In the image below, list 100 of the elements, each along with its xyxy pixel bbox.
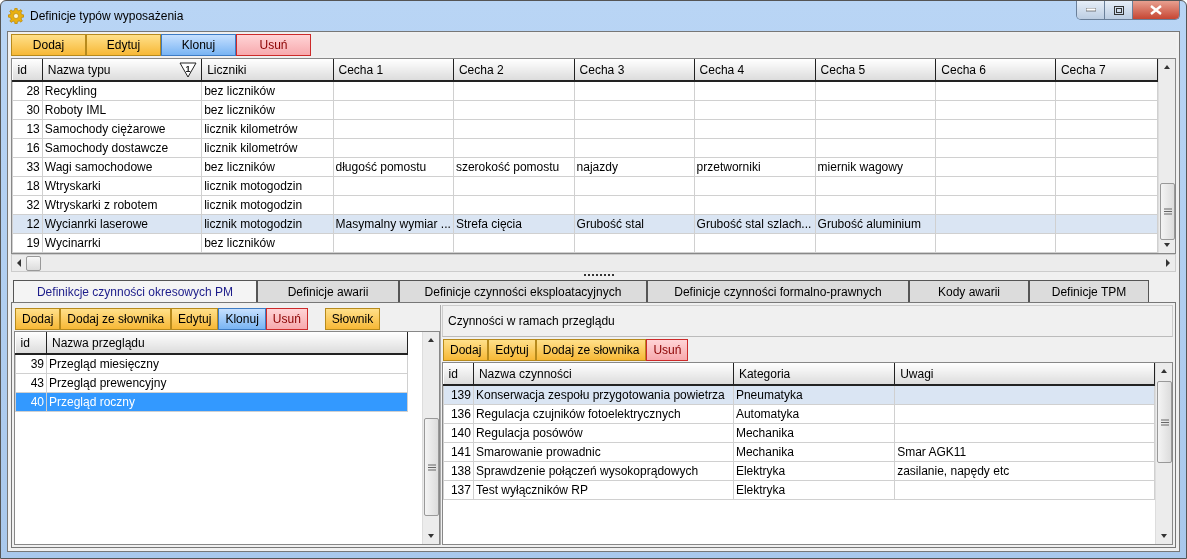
table-cell: Wtryskarki: [42, 176, 202, 196]
column-header[interactable]: Cecha 7: [1055, 59, 1158, 81]
column-header[interactable]: Kategoria: [733, 363, 895, 385]
tab[interactable]: Definicje czynności formalno-prawnych: [647, 280, 909, 302]
table-row[interactable]: 140 Regulacja posówów Mechanika: [443, 423, 1155, 443]
table-row[interactable]: 30 Roboty IML bez liczników: [12, 100, 1158, 120]
table-cell: bez liczników: [201, 157, 333, 177]
toolbar-button[interactable]: Usuń: [646, 339, 689, 361]
table-cell: 140: [443, 423, 474, 443]
column-header[interactable]: Nazwa czynności: [473, 363, 734, 385]
table-cell: 139: [443, 385, 474, 405]
column-header[interactable]: id: [15, 332, 47, 354]
table-cell: 33: [12, 157, 43, 177]
table-row[interactable]: 139 Konserwacja zespołu przygotowania powietrza Pneumatyka: [443, 385, 1155, 405]
toolbar-button[interactable]: Dodaj ze słownika: [60, 308, 172, 330]
table-cell: Wtryskarki z robotem: [42, 195, 202, 215]
table-row[interactable]: 136 Regulacja czujników fotoelektrycznych Automatyka: [443, 404, 1155, 424]
section-title: Czynności w ramach przeglądu: [448, 314, 615, 328]
table-cell: Elektryka: [733, 461, 895, 481]
tab[interactable]: Definicje czynności eksploatacyjnych: [399, 280, 647, 302]
table-cell: bez liczników: [201, 233, 333, 253]
filter-icon[interactable]: 1: [179, 62, 198, 78]
table-row[interactable]: 16 Samochody dostawcze licznik kilometrów: [12, 138, 1158, 158]
table-cell: Mechanika: [733, 442, 895, 462]
table-row[interactable]: 137 Test wyłączników RP Elektryka: [443, 480, 1155, 500]
column-header[interactable]: Cecha 6: [935, 59, 1056, 81]
table-cell: przetworniki: [694, 157, 816, 177]
table-cell: Samochody dostawcze: [42, 138, 202, 158]
table-cell: Mechanika: [733, 423, 895, 443]
table-row[interactable]: 12 Wycianrki laserowe licznik motogodzin Masymalny wymiar ... Strefa cięcia Grubość stal Grubość stal szlach... Grubość aluminium: [12, 214, 1158, 234]
table-row[interactable]: 18 Wtryskarki licznik motogodzin: [12, 176, 1158, 196]
table-cell: Przegląd miesięczny: [46, 354, 408, 374]
toolbar-button[interactable]: Słownik: [324, 308, 381, 330]
table-cell: szerokość pomostu: [453, 157, 575, 177]
table-cell: licznik motogodzin: [201, 195, 333, 215]
list-row[interactable]: 39 Przegląd miesięczny: [15, 354, 408, 374]
column-header[interactable]: Nazwa przeglądu: [46, 332, 408, 354]
table-row[interactable]: 13 Samochody ciężarowe licznik kilometrów: [12, 119, 1158, 139]
table-cell: 13: [12, 119, 43, 139]
table-cell: Samochody ciężarowe: [42, 119, 202, 139]
toolbar-button[interactable]: Dodaj: [11, 34, 86, 56]
table-cell: Wycinarrki: [42, 233, 202, 253]
table-cell: najazdy: [574, 157, 695, 177]
table-cell: Wagi samochodowe: [42, 157, 202, 177]
toolbar-button[interactable]: Edytuj: [488, 339, 536, 361]
toolbar-button[interactable]: Edytuj: [86, 34, 161, 56]
list-row[interactable]: 43 Przegląd prewencyjny: [15, 373, 408, 393]
column-header[interactable]: id: [443, 363, 474, 385]
tab[interactable]: Definicje TPM: [1029, 280, 1149, 302]
table-row[interactable]: 32 Wtryskarki z robotem licznik motogodzin: [12, 195, 1158, 215]
table-cell: Test wyłączników RP: [473, 480, 734, 500]
table-cell: 43: [15, 373, 47, 393]
toolbar-button[interactable]: Usuń: [236, 34, 311, 56]
tab[interactable]: Kody awarii: [909, 280, 1029, 302]
table-cell: licznik kilometrów: [201, 138, 333, 158]
table-cell: Smar AGK11: [894, 442, 1155, 462]
column-header[interactable]: Cecha 1: [333, 59, 454, 81]
table-cell: Regulacja czujników fotoelektrycznych: [473, 404, 734, 424]
table-cell: zasilanie, napędy etc: [894, 461, 1155, 481]
table-cell: długość pomostu: [333, 157, 454, 177]
table-cell: licznik motogodzin: [201, 176, 333, 196]
table-cell: 137: [443, 480, 474, 500]
table-row[interactable]: 28 Recykling bez liczników: [12, 81, 1158, 101]
table-cell: miernik wagowy: [815, 157, 936, 177]
window-title: Definicje typów wyposażenia: [30, 9, 184, 23]
table-cell: 39: [15, 354, 47, 374]
table-cell: 32: [12, 195, 43, 215]
table-cell: bez liczników: [201, 81, 333, 101]
toolbar-button[interactable]: Edytuj: [171, 308, 219, 330]
column-header[interactable]: Cecha 5: [815, 59, 936, 81]
column-header[interactable]: Uwagi: [894, 363, 1155, 385]
table-row[interactable]: 141 Smarowanie prowadnic Mechanika Smar AGK11: [443, 442, 1155, 462]
column-header[interactable]: Cecha 3: [574, 59, 695, 81]
toolbar-button[interactable]: Dodaj: [443, 339, 489, 361]
table-cell: Elektryka: [733, 480, 895, 500]
column-header[interactable]: Nazwa typu 1: [42, 59, 202, 81]
table-cell: 138: [443, 461, 474, 481]
table-cell: 28: [12, 81, 43, 101]
toolbar-button[interactable]: Usuń: [265, 308, 308, 330]
table-cell: Recykling: [42, 81, 202, 101]
table-cell: Przegląd prewencyjny: [46, 373, 408, 393]
table-cell: 141: [443, 442, 474, 462]
table-cell: Automatyka: [733, 404, 895, 424]
toolbar-button[interactable]: Dodaj: [15, 308, 61, 330]
column-header[interactable]: id: [12, 59, 43, 81]
toolbar-button[interactable]: Klonuj: [218, 308, 266, 330]
column-header[interactable]: Cecha 4: [694, 59, 816, 81]
table-row[interactable]: 33 Wagi samochodowe bez liczników długość pomostu szerokość pomostu najazdy przetworniki miernik wagowy: [12, 157, 1158, 177]
table-cell: licznik kilometrów: [201, 119, 333, 139]
tab[interactable]: Definicje awarii: [257, 280, 399, 302]
table-row[interactable]: 19 Wycinarrki bez liczników: [12, 233, 1158, 253]
table-cell: bez liczników: [201, 100, 333, 120]
tab[interactable]: Definikcje czynności okresowych PM: [13, 280, 257, 303]
table-cell: 19: [12, 233, 43, 253]
column-header[interactable]: Cecha 2: [453, 59, 575, 81]
toolbar-button[interactable]: Dodaj ze słownika: [535, 339, 647, 361]
toolbar-button[interactable]: Klonuj: [161, 34, 236, 56]
column-header[interactable]: Liczniki: [201, 59, 333, 81]
table-row[interactable]: 138 Sprawdzenie połączeń wysokoprądowych Elektryka zasilanie, napędy etc: [443, 461, 1155, 481]
table-cell: 136: [443, 404, 474, 424]
